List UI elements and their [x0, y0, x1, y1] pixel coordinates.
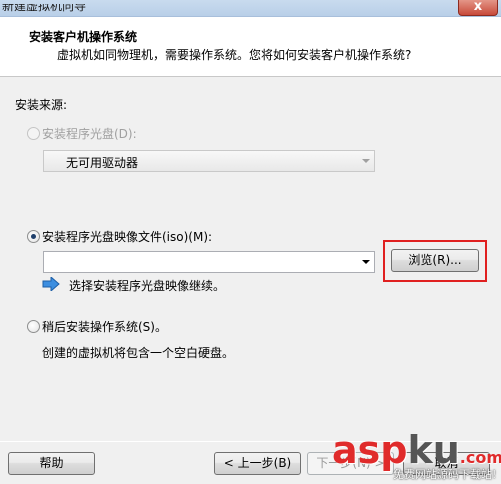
iso-path-input[interactable] — [43, 251, 375, 273]
disc-drive-value: 无可用驱动器 — [66, 156, 139, 170]
iso-option-radio[interactable] — [27, 230, 40, 243]
page-subtitle: 虚拟机如同物理机，需要操作系统。您将如何安装客户机操作系统? — [57, 48, 412, 62]
watermark-subtitle: 免费网站源码下载站! — [393, 468, 497, 481]
window-title: 新建虚拟机向导 — [2, 0, 87, 13]
disc-drive-select[interactable]: 无可用驱动器 — [43, 150, 375, 172]
back-button[interactable]: < 上一步(B) — [214, 452, 301, 475]
page-title: 安装客户机操作系统 — [29, 30, 138, 44]
later-option-label: 稍后安装操作系统(S)。 — [42, 320, 167, 334]
watermark-logo-c: .com — [459, 448, 501, 467]
later-option-description: 创建的虚拟机将包含一个空白硬盘。 — [42, 346, 235, 360]
help-button[interactable]: 帮助 — [8, 452, 95, 475]
install-source-label: 安装来源: — [15, 98, 68, 112]
wizard-header: 安装客户机操作系统 虚拟机如同物理机，需要操作系统。您将如何安装客户机操作系统? — [0, 17, 501, 77]
iso-hint-text: 选择安装程序光盘映像继续。 — [69, 279, 226, 293]
title-bar: 新建虚拟机向导 x — [0, 0, 501, 17]
chevron-down-icon[interactable] — [362, 260, 370, 264]
close-button[interactable]: x — [458, 0, 498, 16]
browse-highlight — [383, 240, 487, 282]
blue-right-arrow-icon — [42, 277, 60, 291]
iso-option-label: 安装程序光盘映像文件(iso)(M): — [42, 230, 213, 244]
later-option-radio[interactable] — [27, 320, 40, 333]
close-icon: x — [473, 0, 483, 14]
disc-option-radio[interactable] — [27, 127, 40, 140]
disc-option-label: 安装程序光盘(D): — [42, 127, 137, 141]
chevron-down-icon — [362, 159, 370, 163]
